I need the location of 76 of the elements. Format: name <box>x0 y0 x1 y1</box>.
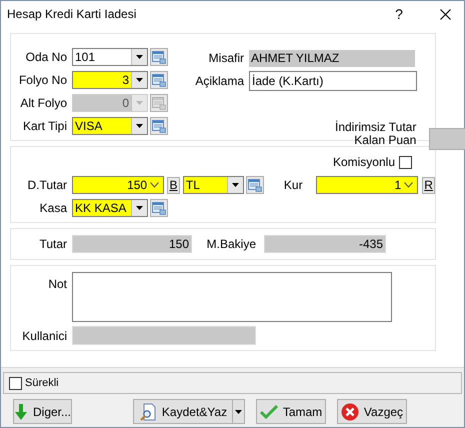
chevron-icon <box>150 182 160 188</box>
field-label: Açiklama <box>194 73 244 90</box>
combo-box[interactable]: 101 <box>72 48 148 66</box>
dropdown-button[interactable] <box>131 72 147 88</box>
dialog-button[interactable]: Vazgeç <box>337 399 407 424</box>
list-window-icon <box>248 178 262 192</box>
b-button[interactable]: B <box>167 176 180 194</box>
caret-icon <box>136 124 143 128</box>
help-button[interactable]: ? <box>384 4 414 24</box>
field-label: Kullanici <box>21 328 67 344</box>
checkmark-icon <box>260 404 278 418</box>
checkbox[interactable] <box>9 376 22 390</box>
dialog-button[interactable]: Kaydet&Yaz <box>133 399 233 424</box>
caret-icon <box>235 410 242 414</box>
rate-label: Kur <box>284 177 304 194</box>
combo-value: KK KASA <box>75 202 126 214</box>
combo-box[interactable]: VISA <box>72 117 148 135</box>
combo-box[interactable]: KK KASA <box>72 199 148 217</box>
field-label: Tutar <box>38 236 67 253</box>
dialog-button[interactable]: Diger... <box>13 399 72 424</box>
description-field[interactable]: İade (K.Kartı) <box>249 71 417 91</box>
field-label: Alt Folyo <box>19 95 67 112</box>
guest-name: AHMET YILMAZ <box>251 52 340 64</box>
balance-value: -435 <box>358 238 383 250</box>
commission-label: Komisyonlu <box>332 154 395 171</box>
dropdown-button[interactable] <box>233 399 245 424</box>
combo-value: TL <box>186 179 200 191</box>
field-label: Oda No <box>24 49 67 66</box>
total-value: 150 <box>168 238 189 250</box>
combo-value: 0 <box>122 97 129 109</box>
rate-value: 1 <box>394 179 402 191</box>
down-arrow-icon <box>14 404 28 420</box>
field-label: D.Tutar <box>26 177 67 194</box>
caret-icon <box>136 55 143 59</box>
field-label: Kasa <box>38 200 67 217</box>
chevron-icon <box>404 182 414 188</box>
description-value: İade (K.Kartı) <box>252 75 324 87</box>
caret-icon <box>136 78 143 82</box>
field-label: Misafir <box>208 50 244 67</box>
combo-value: 3 <box>122 74 129 86</box>
discount-label: İndirimsiz Tutar <box>335 121 416 134</box>
field-label: Kart Tipi <box>22 118 67 135</box>
field-label: M.Bakiye <box>206 236 256 253</box>
amount-field[interactable]: 150 <box>72 176 164 194</box>
lookup-button[interactable] <box>246 176 264 194</box>
dialog-button[interactable]: Tamam <box>256 399 326 424</box>
field-label: Not <box>47 276 67 293</box>
cancel-icon <box>340 402 359 420</box>
combo-value: 101 <box>75 51 96 63</box>
list-window-icon <box>152 50 166 64</box>
dropdown-button[interactable] <box>226 177 243 193</box>
amount-value: 150 <box>127 179 148 191</box>
close-icon <box>440 8 450 20</box>
list-window-icon <box>152 120 166 132</box>
continuous-label: Sürekli <box>25 376 59 391</box>
dropdown-button[interactable] <box>131 118 147 134</box>
list-window-icon <box>152 202 166 214</box>
combo-box[interactable]: 3 <box>72 71 148 89</box>
document-magnifier-icon <box>138 402 157 420</box>
caret-icon <box>232 183 239 187</box>
points-field <box>429 128 465 150</box>
combo-value: VISA <box>75 120 102 132</box>
caret-icon <box>136 101 143 105</box>
r-button[interactable]: R <box>422 176 435 194</box>
window-title: Hesap Kredi Karti Iadesi <box>7 6 138 23</box>
dropdown-button[interactable] <box>131 200 147 216</box>
checkbox[interactable] <box>399 156 412 168</box>
points-label: Kalan Puan <box>354 134 416 147</box>
rate-field[interactable]: 1 <box>316 176 418 194</box>
list-window-icon <box>152 96 166 110</box>
dropdown-button[interactable] <box>131 49 147 65</box>
field-label: Folyo No <box>18 72 67 89</box>
combo-box[interactable]: TL <box>182 176 244 194</box>
note-field[interactable] <box>72 272 392 322</box>
caret-icon <box>136 206 143 210</box>
list-window-icon <box>152 74 166 86</box>
